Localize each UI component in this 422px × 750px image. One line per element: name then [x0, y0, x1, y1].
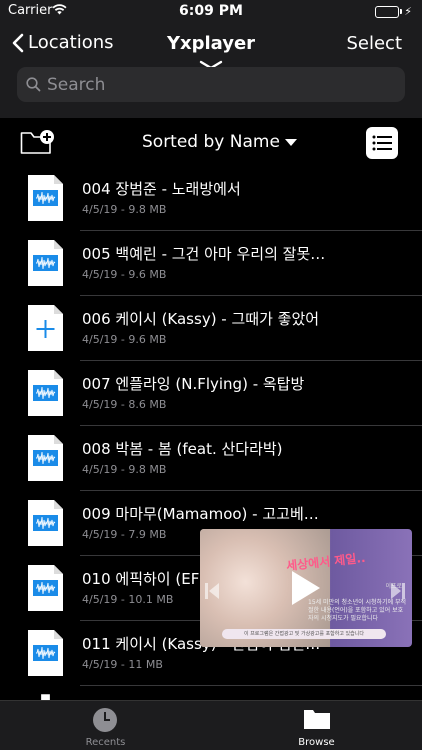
- search-bar[interactable]: [17, 67, 405, 102]
- file-name: 004 장범준 - 노래방에서: [82, 180, 241, 198]
- audio-file-icon: [28, 500, 63, 546]
- folder-icon: [304, 710, 330, 729]
- file-name: 006 케이시 (Kassy) - 그때가 좋았어: [82, 310, 320, 328]
- charging-bolt-icon: ⚡: [404, 5, 412, 18]
- audio-file-icon: [28, 435, 63, 481]
- tab-browse[interactable]: Browse: [211, 701, 422, 750]
- search-input[interactable]: [47, 67, 387, 102]
- navigation-bar: Locations Yxplayer Select: [0, 22, 422, 118]
- file-meta: 4/5/19 - 11 MB: [82, 658, 163, 671]
- audio-file-icon: [28, 240, 63, 286]
- file-meta: 4/5/19 - 9.8 MB: [82, 463, 167, 476]
- file-name: 008 박봄 - 봄 (feat. 산다라박): [82, 440, 283, 458]
- file-meta: 4/5/19 - 9.6 MB: [82, 268, 167, 281]
- add-folder-icon: [20, 130, 54, 154]
- clock: 6:09 PM: [179, 3, 243, 19]
- status-bar: Carrier 6:09 PM ⚡: [0, 0, 422, 22]
- search-icon: [26, 77, 41, 92]
- ad-rating-notice: 15세 미만의 청소년이 시청하기에 부적절한 내용(언어)을 포함하고 있어 …: [308, 599, 407, 622]
- previous-icon[interactable]: [204, 581, 220, 601]
- file-meta: 4/5/19 - 8.6 MB: [82, 398, 167, 411]
- plus-file-icon: [28, 305, 63, 351]
- clock-icon: [93, 708, 117, 732]
- play-icon[interactable]: [290, 569, 322, 607]
- toolbar: Sorted by Name: [0, 118, 422, 166]
- list-item[interactable]: 004 장범준 - 노래방에서 4/5/19 - 9.8 MB: [0, 166, 422, 231]
- video-ad-overlay[interactable]: 세상에서 제일.. 15세 미만의 청소년이 시청하기에 부적절한 내용(언어)…: [200, 529, 412, 647]
- list-item[interactable]: 008 박봄 - 봄 (feat. 산다라박) 4/5/19 - 9.8 MB: [0, 426, 422, 491]
- file-name: 007 엔플라잉 (N.Flying) - 옥탑방: [82, 375, 305, 393]
- audio-file-icon: [28, 565, 63, 611]
- battery-icon: ⚡: [375, 5, 412, 18]
- tab-recents[interactable]: Recents: [0, 701, 211, 750]
- list-item[interactable]: 007 엔플라잉 (N.Flying) - 옥탑방 4/5/19 - 8.6 M…: [0, 361, 422, 426]
- list-icon: [372, 135, 392, 151]
- audio-file-icon: [28, 175, 63, 221]
- list-item[interactable]: 005 백예린 - 그건 아마 우리의 잘못… 4/5/19 - 9.6 MB: [0, 231, 422, 296]
- sort-label: Sorted by Name: [142, 132, 280, 152]
- select-button[interactable]: Select: [346, 33, 402, 54]
- next-icon[interactable]: [390, 581, 406, 601]
- file-meta: 4/5/19 - 9.8 MB: [82, 203, 167, 216]
- file-meta: 4/5/19 - 9.6 MB: [82, 333, 167, 346]
- file-name: 009 마마무(Mamamoo) - 고고베…: [82, 505, 319, 523]
- file-meta: 4/5/19 - 7.9 MB: [82, 528, 167, 541]
- tab-browse-label: Browse: [298, 737, 335, 748]
- file-name: 010 에픽하이 (EF: [82, 570, 200, 588]
- audio-file-icon: [28, 630, 63, 676]
- sort-menu[interactable]: Sorted by Name: [142, 132, 297, 152]
- new-folder-button[interactable]: [20, 129, 56, 159]
- caret-down-icon: [284, 138, 297, 146]
- tab-recents-label: Recents: [85, 737, 126, 748]
- tab-bar: Recents Browse: [0, 700, 422, 750]
- ad-footer: 이 프로그램은 간접광고 및 가상광고를 포함하고 있습니다: [222, 629, 386, 639]
- audio-file-icon: [28, 370, 63, 416]
- list-view-button[interactable]: [366, 127, 398, 159]
- file-name: 005 백예린 - 그건 아마 우리의 잘못…: [82, 245, 326, 263]
- list-item[interactable]: 006 케이시 (Kassy) - 그때가 좋았어 4/5/19 - 9.6 M…: [0, 296, 422, 361]
- file-meta: 4/5/19 - 10.1 MB: [82, 593, 174, 606]
